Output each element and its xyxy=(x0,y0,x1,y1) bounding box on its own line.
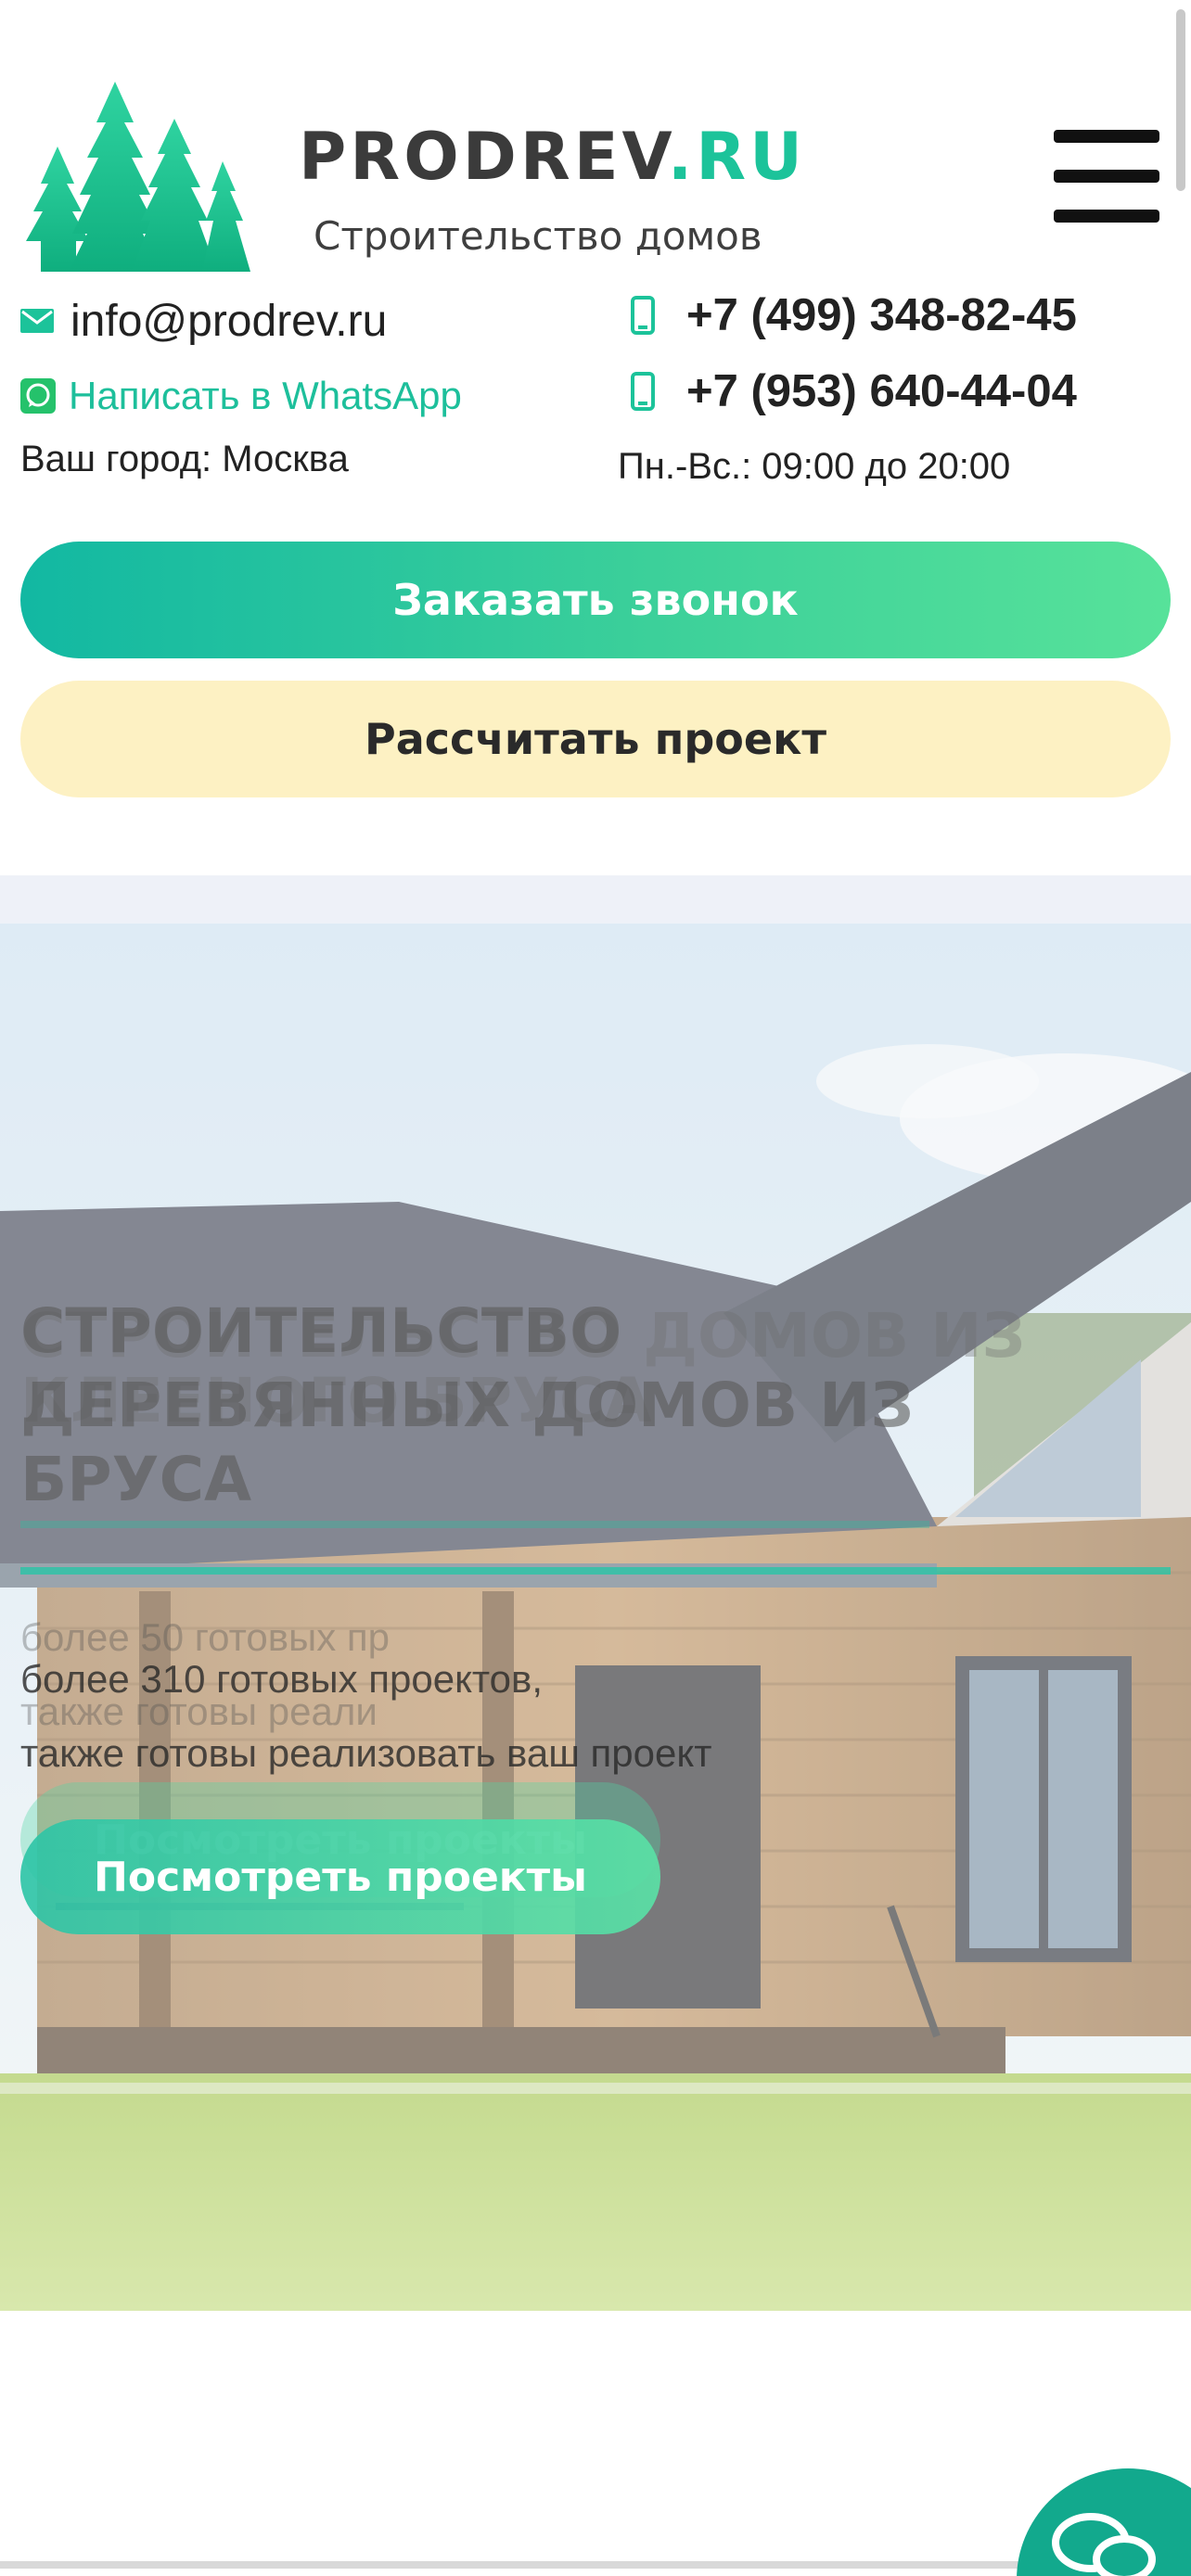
page-scrollbar-thumb[interactable] xyxy=(1176,9,1185,191)
chat-bubbles-icon xyxy=(1052,2513,1156,2576)
working-hours: Пн.-Вс.: 09:00 до 20:00 xyxy=(618,445,1011,487)
hamburger-bar xyxy=(1054,130,1159,143)
site-logo[interactable]: PRODREV.RU Строительство домов xyxy=(20,82,818,276)
phone-link-2[interactable]: +7 (953) 640-44-04 xyxy=(631,363,1077,419)
hero-subtitle: более 310 готовых проектов, также готовы… xyxy=(20,1657,712,1775)
phone-number-2: +7 (953) 640-44-04 xyxy=(686,366,1077,416)
hamburger-bar xyxy=(1054,170,1159,183)
whatsapp-icon xyxy=(20,378,56,414)
logo-tagline: Строительство домов xyxy=(314,213,762,259)
fir-trees-logo-icon xyxy=(26,82,250,272)
phone-number-1: +7 (499) 348-82-45 xyxy=(686,290,1077,340)
email-text: info@prodrev.ru xyxy=(70,296,388,346)
city-selector[interactable]: Ваш город: Москва xyxy=(20,436,349,482)
hamburger-menu-icon[interactable] xyxy=(1054,130,1159,223)
hero-banner: СТРОИТЕЛЬСТВО ДОМОВ ИЗ КЛЕЕНОГО БРУСА СТ… xyxy=(0,924,1191,2311)
hero-title: СТРОИТЕЛЬСТВО ДЕРЕВЯННЫХ ДОМОВ ИЗ БРУСА xyxy=(20,1295,915,1515)
hamburger-bar xyxy=(1054,210,1159,223)
hero-underline-ghost xyxy=(20,1521,929,1528)
mobile-phone-icon xyxy=(631,296,655,335)
email-link[interactable]: info@prodrev.ru xyxy=(20,295,387,347)
calculate-project-button[interactable]: Рассчитать проект xyxy=(20,681,1171,797)
logo-wordmark: PRODREV.RU xyxy=(299,119,807,195)
section-divider-band xyxy=(0,875,1191,924)
chat-widget-button[interactable] xyxy=(1017,2468,1191,2576)
whatsapp-text: Написать в WhatsApp xyxy=(69,374,462,417)
mobile-phone-icon xyxy=(631,372,655,411)
order-call-button[interactable]: Заказать звонок xyxy=(20,542,1171,658)
phone-link-1[interactable]: +7 (499) 348-82-45 xyxy=(631,287,1077,343)
mail-icon xyxy=(20,309,54,333)
view-projects-button[interactable]: Посмотреть проекты xyxy=(20,1819,660,1934)
bottom-nav-divider xyxy=(0,2561,1191,2569)
hero-underline xyxy=(20,1567,1171,1575)
whatsapp-link[interactable]: Написать в WhatsApp xyxy=(20,371,462,421)
